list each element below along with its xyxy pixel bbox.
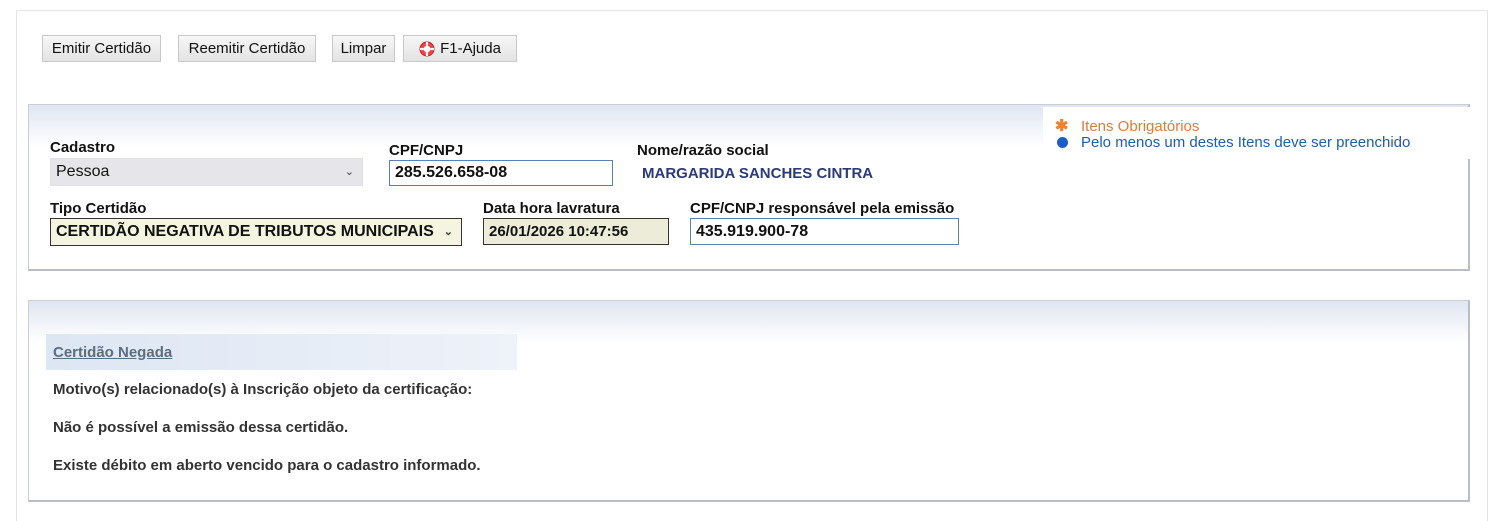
debito-message: Existe débito em aberto vencido para o c… <box>53 457 481 474</box>
data-lavratura-label: Data hora lavratura <box>483 200 620 217</box>
required-star-icon: ✱ <box>1055 118 1069 135</box>
lifebuoy-icon <box>419 41 435 57</box>
cpf-input[interactable]: 285.526.658-08 <box>389 160 613 186</box>
limpar-button[interactable]: Limpar <box>332 35 395 62</box>
legend-box: ✱ Itens Obrigatórios Pelo menos um deste… <box>1043 107 1470 159</box>
tab-certidao-negada-label: Certidão Negada <box>53 343 173 361</box>
tipo-certidao-value: CERTIDÃO NEGATIVA DE TRIBUTOS MUNICIPAIS <box>56 223 434 240</box>
cadastro-value: Pessoa <box>56 163 110 180</box>
tipo-certidao-label: Tipo Certidão <box>50 200 147 217</box>
cpf-value: 285.526.658-08 <box>395 164 508 181</box>
legend-required-text: Itens Obrigatórios <box>1081 117 1200 135</box>
ajuda-button[interactable]: F1-Ajuda <box>403 35 517 62</box>
emitir-certidao-button[interactable]: Emitir Certidão <box>42 35 161 62</box>
nome-label: Nome/razão social <box>637 142 769 159</box>
chevron-down-icon: ⌄ <box>443 225 453 238</box>
cadastro-label: Cadastro <box>50 139 116 156</box>
tab-certidao-negada[interactable]: Certidão Negada <box>46 334 517 370</box>
responsavel-label: CPF/CNPJ responsável pela emissão <box>690 200 955 217</box>
nome-value: MARGARIDA SANCHES CINTRA <box>642 165 874 182</box>
cadastro-select[interactable]: Pessoa ⌄ <box>50 158 363 186</box>
data-lavratura-value: 26/01/2026 10:47:56 <box>489 223 629 240</box>
one-of-dot-icon <box>1057 137 1068 148</box>
negada-message: Não é possível a emissão dessa certidão. <box>53 419 349 436</box>
data-lavratura-field: 26/01/2026 10:47:56 <box>483 218 669 245</box>
motivo-text: Motivo(s) relacionado(s) à Inscrição obj… <box>53 381 473 398</box>
tipo-certidao-select[interactable]: CERTIDÃO NEGATIVA DE TRIBUTOS MUNICIPAIS… <box>50 218 462 246</box>
ajuda-label: F1-Ajuda <box>440 40 501 57</box>
responsavel-input[interactable]: 435.919.900-78 <box>690 218 959 245</box>
chevron-down-icon: ⌄ <box>344 165 354 178</box>
cpf-label: CPF/CNPJ <box>389 142 464 159</box>
reemitir-certidao-button[interactable]: Reemitir Certidão <box>178 35 316 62</box>
legend-one-of-text: Pelo menos um destes Itens deve ser pree… <box>1081 134 1411 151</box>
responsavel-value: 435.919.900-78 <box>696 222 809 240</box>
